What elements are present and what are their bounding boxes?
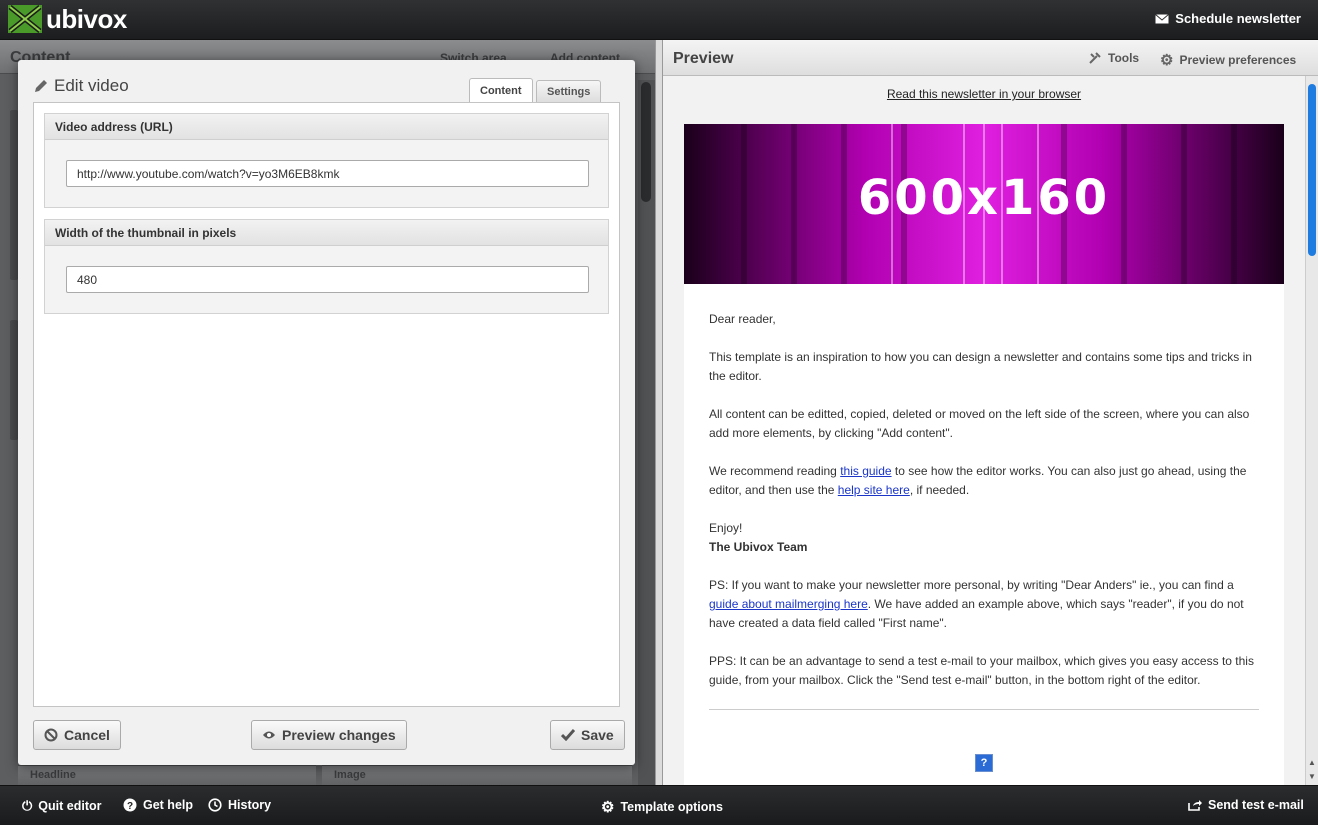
video-url-field-group: Video address (URL) [44, 113, 609, 208]
video-placeholder-icon[interactable]: ? [975, 754, 993, 772]
quit-editor-button[interactable]: ⏻ Quit editor [22, 798, 102, 814]
thumbnail-width-label: Width of the thumbnail in pixels [45, 220, 608, 246]
paragraph: We recommend reading this guide to see h… [709, 464, 1247, 497]
paragraph: All content can be editted, copied, dele… [709, 407, 1250, 440]
bottom-bar: ⏻ Quit editor ? Get help History ⚙ Templ… [0, 785, 1318, 825]
save-label: Save [581, 727, 614, 743]
preview-scroll-thumb[interactable] [1308, 84, 1316, 256]
ubivox-logo-icon [8, 5, 42, 33]
preview-title: Preview [673, 50, 734, 67]
save-button[interactable]: Save [550, 720, 625, 750]
share-icon [1188, 800, 1202, 811]
help-icon: ? [123, 798, 137, 812]
scroll-up-icon[interactable]: ▲ [1308, 758, 1316, 767]
get-help-button[interactable]: ? Get help [123, 798, 193, 812]
quit-label: Quit editor [38, 799, 102, 813]
preview-scrollbar[interactable]: ▲ ▼ [1305, 76, 1318, 785]
eye-icon [263, 731, 275, 739]
logo-text: ubivox [46, 3, 127, 34]
dialog-title: Edit video [33, 76, 129, 96]
scroll-down-icon[interactable]: ▼ [1308, 772, 1316, 781]
preview-changes-label: Preview changes [282, 727, 396, 743]
pencil-icon [35, 79, 47, 92]
paragraph: This template is an inspiration to how y… [709, 350, 1252, 383]
tab-settings[interactable]: Settings [536, 80, 602, 103]
paragraph: PPS: It can be an advantage to send a te… [709, 654, 1254, 687]
dialog-title-text: Edit video [54, 76, 129, 95]
preview-panel: Preview Tools ⚙ Preview preferences Read… [663, 40, 1318, 785]
banner-text: 600x160 [857, 170, 1111, 226]
content-panel-scrollbar[interactable] [638, 80, 655, 785]
preview-changes-button[interactable]: Preview changes [251, 720, 407, 750]
video-url-input[interactable] [66, 160, 589, 187]
power-icon: ⏻ [22, 798, 33, 813]
greeting: Dear reader, [709, 312, 776, 326]
newsletter-body: Dear reader, This template is an inspira… [684, 284, 1284, 785]
tools-icon [1089, 52, 1101, 64]
gear-icon: ⚙ [601, 799, 615, 816]
scroll-thumb[interactable] [641, 82, 651, 202]
preview-preferences-label: Preview preferences [1179, 53, 1297, 67]
left-block-edge [10, 320, 18, 440]
envelope-icon [1155, 13, 1170, 23]
logo: ubivox [8, 3, 127, 34]
thumbnail-width-input[interactable] [66, 266, 589, 293]
cancel-icon [44, 728, 58, 742]
top-bar: ubivox Schedule newsletter [0, 0, 1318, 40]
divider-line [709, 709, 1259, 710]
mailmerge-guide-link[interactable]: guide about mailmerging here [709, 597, 868, 611]
schedule-newsletter-button[interactable]: Schedule newsletter [1155, 11, 1301, 26]
help-label: Get help [143, 798, 194, 812]
clock-icon [208, 798, 222, 812]
thumbnail-width-field-group: Width of the thumbnail in pixels [44, 219, 609, 314]
template-options-button[interactable]: ⚙ Template options [601, 798, 723, 816]
video-url-label: Video address (URL) [45, 114, 608, 140]
tab-content[interactable]: Content [469, 78, 533, 104]
svg-text:?: ? [127, 801, 133, 812]
send-test-label: Send test e-mail [1208, 798, 1304, 812]
tools-button[interactable]: Tools [1088, 51, 1139, 65]
panel-resize-handle[interactable] [655, 40, 663, 785]
help-site-link[interactable]: help site here [838, 483, 910, 497]
gear-icon: ⚙ [1160, 52, 1174, 69]
tools-label: Tools [1108, 51, 1140, 65]
paragraph: PS: If you want to make your newsletter … [709, 578, 1244, 630]
read-in-browser-link[interactable]: Read this newsletter in your browser [684, 87, 1284, 101]
block-headline[interactable]: Headline [18, 765, 316, 785]
checkmark-icon [561, 729, 575, 741]
newsletter-preview: Read this newsletter in your browser 600… [684, 76, 1284, 785]
dialog-content: Video address (URL) Width of the thumbna… [33, 102, 620, 707]
banner-image: 600x160 [684, 124, 1284, 284]
history-button[interactable]: History [208, 798, 271, 812]
history-label: History [228, 798, 272, 812]
edit-video-dialog: Edit video Content Settings Video addres… [18, 60, 635, 765]
preview-preferences-button[interactable]: ⚙ Preview preferences [1160, 51, 1296, 69]
left-block-edge [10, 110, 18, 280]
schedule-label: Schedule newsletter [1175, 11, 1301, 26]
block-image[interactable]: Image [322, 765, 632, 785]
preview-header: Preview Tools ⚙ Preview preferences [663, 40, 1318, 76]
send-test-email-button[interactable]: Send test e-mail [1188, 798, 1304, 812]
signature: Enjoy! The Ubivox Team [709, 521, 808, 554]
cancel-label: Cancel [64, 727, 110, 743]
cancel-button[interactable]: Cancel [33, 720, 121, 750]
this-guide-link[interactable]: this guide [840, 464, 891, 478]
template-options-label: Template options [620, 800, 724, 814]
